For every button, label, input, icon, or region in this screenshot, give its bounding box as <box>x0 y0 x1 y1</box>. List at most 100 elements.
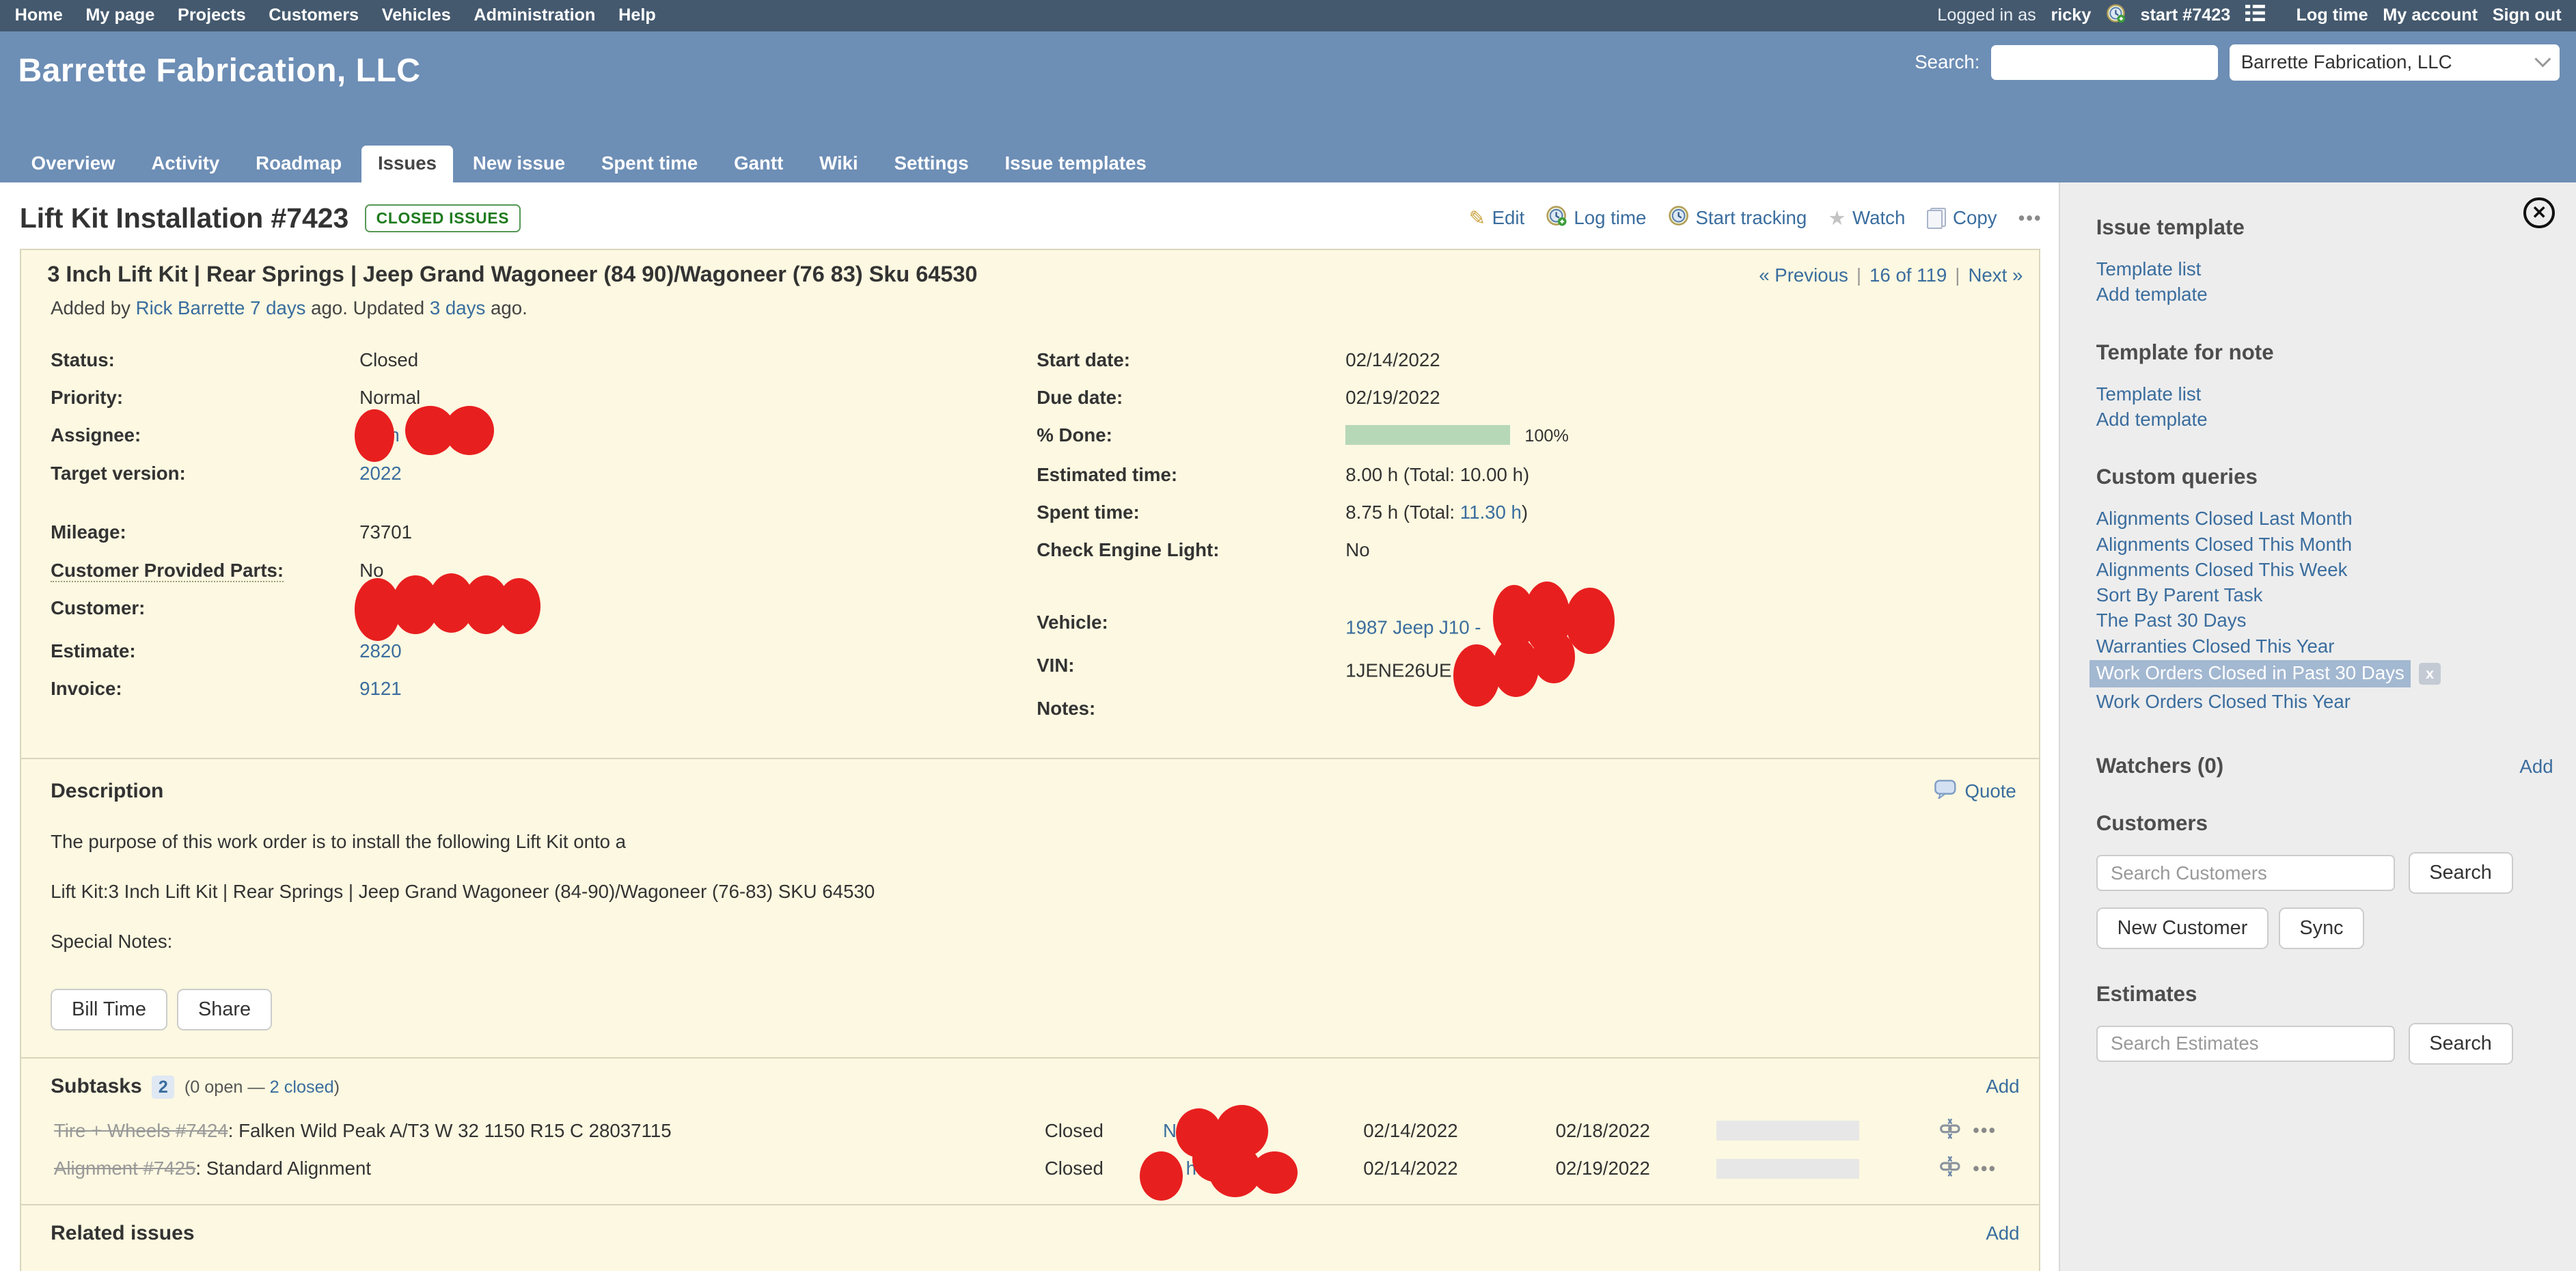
custom-queries-heading: Custom queries <box>2096 465 2553 489</box>
tab-overview[interactable]: Overview <box>15 146 132 182</box>
subtask-more-button[interactable]: ••• <box>1973 1120 1997 1141</box>
menu-vehicles[interactable]: Vehicles <box>382 5 451 25</box>
issue-pagination: « Previous|16 of 119|Next » <box>1759 264 2023 286</box>
start-timer-clock-icon[interactable] <box>2106 3 2126 28</box>
add-watcher-link[interactable]: Add <box>2519 756 2553 778</box>
attr-priority: Priority:Normal <box>51 386 1037 409</box>
close-sidebar-icon[interactable]: ✕ <box>2523 197 2555 229</box>
note-template-list-link[interactable]: Template list <box>2096 381 2553 407</box>
menu-administration[interactable]: Administration <box>474 5 595 25</box>
copy-button[interactable]: Copy <box>1927 207 1997 229</box>
log-time-link[interactable]: Log time <box>2296 5 2368 25</box>
username-link[interactable]: ricky <box>2051 5 2091 25</box>
add-subtask-link[interactable]: Add <box>1986 1076 2019 1097</box>
tab-gantt[interactable]: Gantt <box>717 146 799 182</box>
project-header: Barrette Fabrication, LLC Search: Barret… <box>0 31 2576 182</box>
closed-subtasks-link[interactable]: 2 closed <box>270 1078 334 1097</box>
search-customers-input[interactable] <box>2096 855 2396 891</box>
search-input[interactable] <box>1991 45 2218 79</box>
search-estimates-button[interactable]: Search <box>2409 1023 2513 1065</box>
progress-bar <box>1345 425 1509 445</box>
description-heading: Description <box>51 780 163 803</box>
tab-wiki[interactable]: Wiki <box>803 146 875 182</box>
previous-issue-link[interactable]: « Previous <box>1759 264 1848 286</box>
copy-icon <box>1927 208 1947 229</box>
start-tracking-button[interactable]: Start tracking <box>1668 205 1807 231</box>
start-tracker-button[interactable]: start #7423 <box>2140 5 2230 25</box>
added-age-link[interactable]: 7 days <box>250 297 305 318</box>
sign-out-link[interactable]: Sign out <box>2493 5 2562 25</box>
note-add-template-link[interactable]: Add template <box>2096 407 2553 432</box>
menu-help[interactable]: Help <box>618 5 656 25</box>
menu-home[interactable]: Home <box>15 5 63 25</box>
bill-time-button[interactable]: Bill Time <box>51 989 167 1030</box>
template-list-link[interactable]: Template list <box>2096 256 2553 282</box>
updated-age-link[interactable]: 3 days <box>430 297 485 318</box>
share-button[interactable]: Share <box>177 989 272 1030</box>
template-for-note-heading: Template for note <box>2096 340 2553 365</box>
add-related-issue-link[interactable]: Add <box>1986 1222 2019 1244</box>
menu-customers[interactable]: Customers <box>269 5 359 25</box>
spent-time-link[interactable]: 11.30 h <box>1460 502 1522 523</box>
my-account-link[interactable]: My account <box>2383 5 2478 25</box>
attr-estimate: Estimate:2820 <box>51 640 1037 663</box>
subtask-assignee-link[interactable]: N <box>1163 1120 1177 1141</box>
edit-button[interactable]: ✎Edit <box>1469 206 1524 230</box>
subtask-progress-bar <box>1716 1159 1859 1179</box>
tracker-list-icon[interactable] <box>2245 5 2265 26</box>
redaction-blob <box>1252 1151 1298 1194</box>
subtask-id-link[interactable]: Tire + Wheels #7424 <box>54 1120 228 1141</box>
estimate-link[interactable]: 2820 <box>359 640 402 661</box>
redaction-blob <box>1453 644 1499 707</box>
custom-query-link[interactable]: Sort By Parent Task <box>2096 582 2553 607</box>
attr-vin: VIN: 1JENE26UE <box>1037 654 2023 682</box>
custom-query-link[interactable]: The Past 30 Days <box>2096 607 2553 633</box>
tab-settings[interactable]: Settings <box>878 146 985 182</box>
tab-new-issue[interactable]: New issue <box>456 146 581 182</box>
custom-query-link[interactable]: Alignments Closed Last Month <box>2096 506 2553 531</box>
add-template-link[interactable]: Add template <box>2096 282 2553 307</box>
search-customers-button[interactable]: Search <box>2409 852 2513 894</box>
watch-button[interactable]: ★Watch <box>1828 206 1906 230</box>
next-issue-link[interactable]: Next » <box>1968 264 2023 286</box>
issue-position-link[interactable]: 16 of 119 <box>1869 264 1947 286</box>
vehicle-link[interactable]: 1987 Jeep J10 - <box>1345 617 1481 638</box>
custom-query-link[interactable]: Alignments Closed This Week <box>2096 557 2553 582</box>
tab-roadmap[interactable]: Roadmap <box>239 146 358 182</box>
more-actions-button[interactable]: ••• <box>2018 208 2042 229</box>
log-time-button[interactable]: Log time <box>1546 205 1646 231</box>
attr-target-version: Target version:2022 <box>51 462 1037 485</box>
unlink-icon[interactable] <box>1938 1155 1962 1183</box>
author-link[interactable]: Rick Barrette <box>136 297 245 318</box>
issue-details-box: 3 Inch Lift Kit | Rear Springs | Jeep Gr… <box>20 249 2041 1271</box>
menu-my-page[interactable]: My page <box>85 5 154 25</box>
tab-issue-templates[interactable]: Issue templates <box>988 146 1162 182</box>
subtask-subject: : Standard Alignment <box>195 1158 371 1179</box>
tab-activity[interactable]: Activity <box>135 146 236 182</box>
target-version-link[interactable]: 2022 <box>359 463 402 484</box>
invoice-link[interactable]: 9121 <box>359 678 402 699</box>
tab-issues[interactable]: Issues <box>361 146 453 182</box>
clock-icon <box>1668 205 1689 231</box>
custom-query-link[interactable]: Work Orders Closed This Year <box>2096 689 2553 714</box>
custom-query-link[interactable]: Alignments Closed This Month <box>2096 532 2553 557</box>
menu-projects[interactable]: Projects <box>178 5 246 25</box>
issue-template-heading: Issue template <box>2096 215 2553 240</box>
attr-invoice: Invoice:9121 <box>51 677 1037 700</box>
tab-spent-time[interactable]: Spent time <box>585 146 714 182</box>
delete-query-icon[interactable]: x <box>2419 663 2440 684</box>
project-select[interactable]: Barrette Fabrication, LLC <box>2230 44 2560 81</box>
sync-button[interactable]: Sync <box>2279 907 2365 949</box>
subtask-id-link[interactable]: Alignment #7425 <box>54 1158 195 1179</box>
subtask-more-button[interactable]: ••• <box>1973 1158 1997 1179</box>
pagination-separator: | <box>1955 264 1960 286</box>
top-menu-bar: Home My page Projects Customers Vehicles… <box>0 0 2576 31</box>
new-customer-button[interactable]: New Customer <box>2096 907 2269 949</box>
unlink-icon[interactable] <box>1938 1117 1962 1145</box>
attr-estimated-time: Estimated time:8.00 h (Total: 10.00 h) <box>1037 463 2023 487</box>
quote-button[interactable]: Quote <box>1934 779 2016 804</box>
search-estimates-input[interactable] <box>2096 1026 2396 1062</box>
issue-byline: Added by Rick Barrette 7 days ago. Updat… <box>51 297 2023 319</box>
custom-query-link[interactable]: Warranties Closed This Year <box>2096 633 2553 659</box>
custom-query-link-selected[interactable]: Work Orders Closed in Past 30 Days <box>2089 660 2411 687</box>
